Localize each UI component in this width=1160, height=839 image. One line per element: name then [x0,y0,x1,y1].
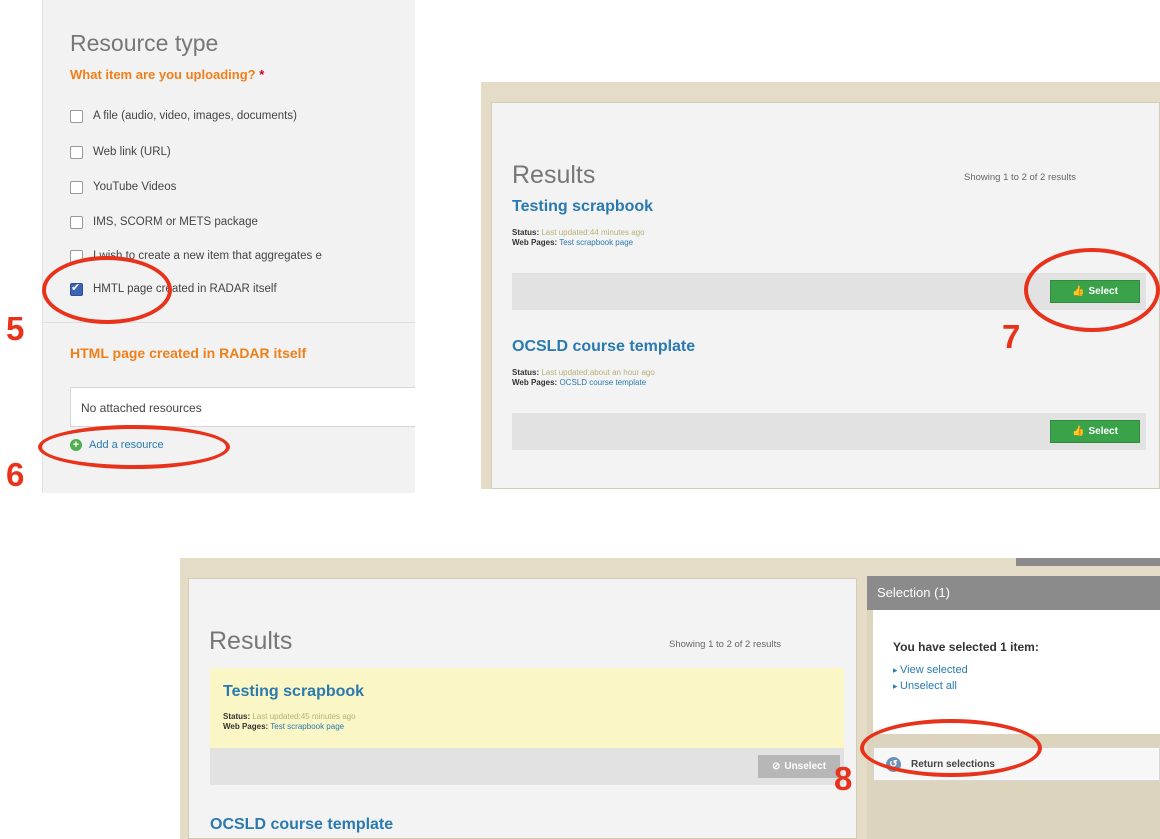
resource-type-panel: Resource type What item are you uploadin… [42,0,415,493]
annotation-oval-5 [42,256,172,324]
unselect-icon: ⊘ [771,761,781,772]
web-pages-label: Web Pages: [512,378,558,387]
status-label: Status: [512,368,540,377]
checkbox-youtube[interactable] [70,180,83,194]
status-label: Status: [512,228,540,237]
select-button[interactable]: 👍 Select [1050,420,1140,443]
checkbox-web-link[interactable] [70,145,83,159]
web-pages-link[interactable]: OCSLD course template [559,378,646,387]
result-title-link[interactable]: Testing scrapbook [223,683,364,701]
selection-body: You have selected 1 item: View selected … [873,610,1160,734]
selection-header: Selection (1) [867,576,1160,610]
status-value: Last updated:45 minutes ago [252,712,356,721]
step-number-6: 6 [6,456,25,493]
unselect-button-label: Unselect [784,761,827,772]
unselect-button[interactable]: ⊘ Unselect [758,755,840,778]
option-package[interactable]: IMS, SCORM or METS package [70,214,258,230]
selected-result-highlight: Testing scrapbook Status: Last updated:4… [210,668,844,748]
result-meta: Status: Last updated:44 minutes ago Web … [512,228,645,248]
selection-summary: You have selected 1 item: [893,640,1039,654]
web-pages-label: Web Pages: [223,722,269,731]
option-web-link-label: Web link (URL) [93,146,171,158]
unselect-all-link[interactable]: Unselect all [893,680,957,692]
result-meta: Status: Last updated:45 minutes ago Web … [223,712,356,732]
result-title-link[interactable]: OCSLD course template [210,816,393,834]
result-meta: Status: Last updated:about an hour ago W… [512,368,655,388]
results-count: Showing 1 to 2 of 2 results [669,639,781,650]
selection-sidebar: Selection (1) You have selected 1 item: … [867,576,1160,839]
result-actions-bar: ⊘ Unselect [210,748,844,785]
view-selected-link[interactable]: View selected [893,664,968,676]
web-pages-link[interactable]: Test scrapbook page [559,238,633,247]
web-pages-label: Web Pages: [512,238,558,247]
web-pages-link[interactable]: Test scrapbook page [270,722,344,731]
option-youtube[interactable]: YouTube Videos [70,179,176,195]
option-package-label: IMS, SCORM or METS package [93,216,258,228]
option-youtube-label: YouTube Videos [93,181,177,193]
status-label: Status: [223,712,251,721]
option-web-link[interactable]: Web link (URL) [70,144,171,160]
annotation-oval-7 [1024,248,1160,332]
step-number-5: 5 [6,310,25,347]
results-count: Showing 1 to 2 of 2 results [964,172,1076,183]
checkbox-file[interactable] [70,109,83,123]
results-panel-selected: Results Showing 1 to 2 of 2 results Test… [180,558,1160,839]
resource-type-heading: Resource type [70,30,219,56]
results-heading: Results [512,161,596,189]
annotation-oval-8 [860,719,1042,777]
step-number-8: 8 [834,760,853,797]
result-title-link[interactable]: OCSLD course template [512,338,695,356]
upload-question-text: What item are you uploading? [70,67,256,82]
select-button-label: Select [1088,426,1118,437]
option-file[interactable]: A file (audio, video, images, documents) [70,108,297,124]
option-file-label: A file (audio, video, images, documents) [93,110,297,122]
result-actions-bar: 👍 Select [512,413,1146,450]
annotation-oval-6 [38,425,230,469]
result-title-link[interactable]: Testing scrapbook [512,198,653,216]
attached-resources-box: No attached resources [70,387,415,427]
status-value: Last updated:about an hour ago [541,368,655,377]
html-page-section-title: HTML page created in RADAR itself [70,345,307,361]
checkbox-package[interactable] [70,215,83,229]
thumbs-up-icon: 👍 [1072,426,1085,437]
results-heading: Results [209,627,293,655]
step-number-7: 7 [1002,318,1021,355]
top-strip [1016,558,1160,566]
required-mark: * [259,67,265,82]
upload-question: What item are you uploading? * [70,67,264,82]
status-value: Last updated:44 minutes ago [541,228,645,237]
